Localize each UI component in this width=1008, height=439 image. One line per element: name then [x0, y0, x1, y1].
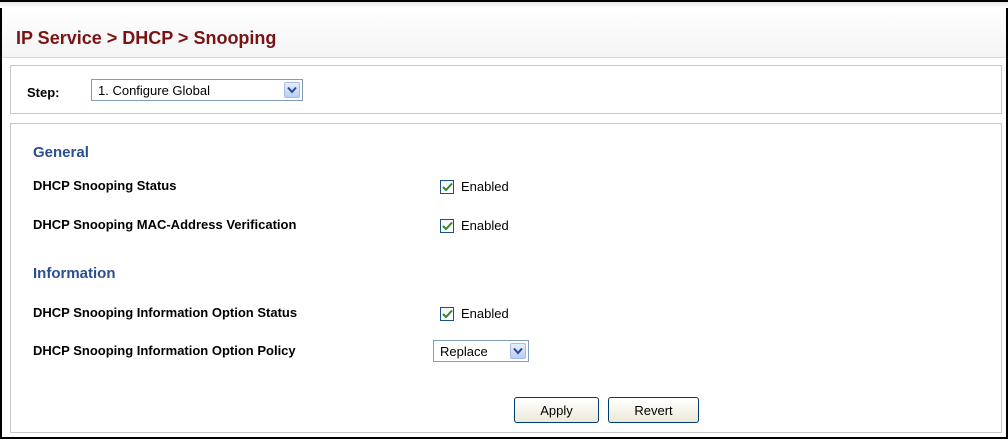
snooping-status-text: Enabled	[461, 179, 509, 194]
checkmark-icon	[441, 182, 453, 191]
option-policy-label: DHCP Snooping Information Option Policy	[33, 343, 296, 358]
revert-button[interactable]: Revert	[608, 397, 699, 423]
apply-button[interactable]: Apply	[514, 397, 599, 423]
snooping-status-label: DHCP Snooping Status	[33, 178, 177, 193]
mac-verification-label: DHCP Snooping MAC-Address Verification	[33, 217, 297, 232]
checkmark-icon	[441, 309, 453, 318]
section-general: General	[33, 144, 89, 161]
mac-verification-text: Enabled	[461, 218, 509, 233]
option-status-text: Enabled	[461, 306, 509, 321]
mac-verification-checkbox[interactable]	[440, 218, 454, 233]
top-edge	[0, 0, 1008, 8]
chevron-down-icon[interactable]	[284, 82, 300, 98]
page-title: IP Service > DHCP > Snooping	[16, 28, 277, 48]
option-status-control: Enabled	[440, 306, 509, 321]
step-select-value: 1. Configure Global	[98, 82, 211, 98]
mac-verification-control: Enabled	[440, 218, 509, 233]
checkmark-icon	[441, 221, 453, 230]
title-bar: IP Service > DHCP > Snooping	[2, 8, 1006, 58]
option-status-label: DHCP Snooping Information Option Status	[33, 305, 298, 320]
settings-panel: General DHCP Snooping Status Enabled DHC…	[10, 123, 1002, 433]
snooping-status-control: Enabled	[440, 179, 509, 194]
option-policy-select[interactable]: Replace	[433, 340, 529, 362]
option-status-checkbox[interactable]	[440, 306, 454, 321]
step-select[interactable]: 1. Configure Global	[91, 79, 303, 101]
section-information: Information	[33, 265, 116, 282]
snooping-status-checkbox[interactable]	[440, 179, 454, 194]
chevron-down-icon[interactable]	[510, 343, 526, 359]
step-panel: Step: 1. Configure Global	[10, 65, 1002, 114]
step-label: Step:	[27, 85, 60, 100]
